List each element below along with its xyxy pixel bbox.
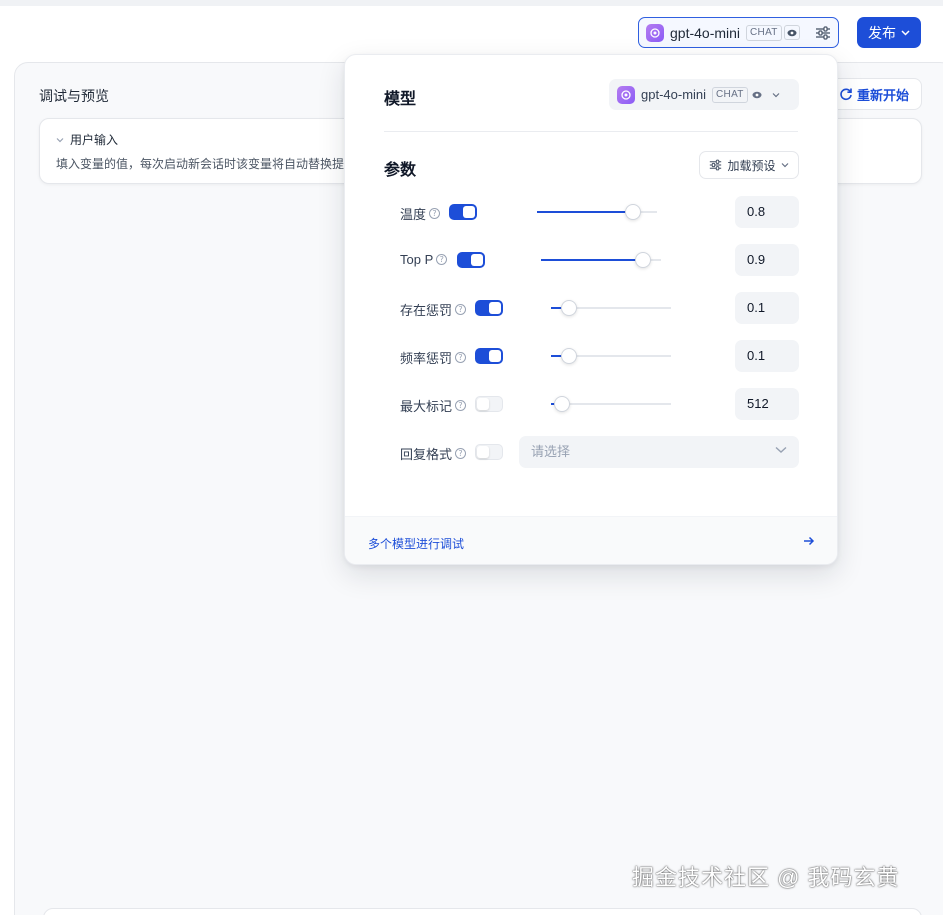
- param-label-text: 最大标记: [400, 399, 453, 414]
- model-select-name: gpt-4o-mini: [641, 87, 707, 102]
- param-toggle[interactable]: [457, 252, 485, 268]
- param-row-top-p: Top P ? 0.9: [345, 244, 837, 276]
- restart-label: 重新开始: [856, 87, 909, 103]
- panel-title: 调试与预览: [39, 88, 109, 104]
- tune-settings-icon: [710, 159, 722, 171]
- param-label: 回复格式 ?: [400, 444, 467, 463]
- chevron-down-icon: [901, 29, 910, 36]
- param-row-max-tokens: 最大标记 ? 512: [345, 388, 837, 420]
- help-circle-icon[interactable]: ?: [455, 352, 467, 363]
- param-toggle[interactable]: [475, 396, 503, 412]
- param-row-presence-penalty: 存在惩罚 ? 0.1: [345, 292, 837, 324]
- help-circle-icon[interactable]: ?: [455, 400, 467, 411]
- top-strip: [0, 0, 943, 6]
- watermark: 掘金技术社区 @ 我码玄黄: [632, 865, 900, 890]
- param-value-input[interactable]: 0.1: [735, 340, 799, 372]
- param-row-temperature: 温度 ? 0.8: [345, 196, 837, 228]
- refresh-icon: [840, 88, 852, 101]
- model-settings-popover: 模型 gpt-4o-mini CHAT 参数 加载预设 温度 ? 0.8 Top…: [344, 54, 838, 565]
- help-circle-icon[interactable]: ?: [455, 448, 467, 459]
- eye-icon: [752, 91, 762, 98]
- param-label-text: Top P: [400, 252, 434, 267]
- param-value-input[interactable]: 0.1: [735, 292, 799, 324]
- param-label: 频率惩罚 ?: [400, 348, 467, 367]
- model-selector-button[interactable]: gpt-4o-mini CHAT: [638, 17, 839, 48]
- load-preset-label: 加载预设: [727, 158, 776, 173]
- param-slider[interactable]: [537, 204, 657, 220]
- param-label: 存在惩罚 ?: [400, 300, 467, 319]
- arrow-right-icon[interactable]: [803, 536, 815, 546]
- param-value-input[interactable]: 0.8: [735, 196, 799, 228]
- chat-input-area[interactable]: [43, 908, 922, 915]
- param-slider[interactable]: [551, 348, 671, 364]
- param-label: Top P ?: [400, 252, 448, 267]
- multi-model-debug-link[interactable]: 多个模型进行调试: [368, 535, 464, 552]
- openai-logo-icon: [646, 23, 664, 42]
- model-select[interactable]: gpt-4o-mini CHAT: [609, 79, 799, 110]
- tune-settings-icon[interactable]: [815, 25, 831, 40]
- restart-button[interactable]: 重新开始: [826, 78, 922, 110]
- publish-button[interactable]: 发布: [857, 17, 921, 48]
- param-label-text: 温度: [400, 207, 427, 222]
- chevron-down-icon: [781, 163, 788, 168]
- param-label: 最大标记 ?: [400, 396, 467, 415]
- param-label: 温度 ?: [400, 204, 441, 223]
- param-toggle[interactable]: [475, 348, 503, 364]
- param-label-text: 回复格式: [400, 447, 453, 462]
- param-label-text: 存在惩罚: [400, 303, 453, 318]
- model-section-title: 模型: [384, 91, 417, 108]
- section-divider: [384, 131, 798, 132]
- eye-icon: [783, 25, 800, 40]
- response-format-select[interactable]: 请选择: [519, 436, 799, 468]
- chevron-down-icon: [775, 446, 787, 453]
- param-slider[interactable]: [551, 396, 671, 412]
- param-value-input[interactable]: 0.9: [735, 244, 799, 276]
- param-row-response-format: 回复格式 ? 请选择: [345, 436, 837, 468]
- popover-footer: 多个模型进行调试: [345, 516, 837, 564]
- params-section-title: 参数: [384, 162, 417, 179]
- param-slider[interactable]: [551, 300, 671, 316]
- openai-logo-icon: [617, 85, 635, 104]
- select-placeholder: 请选择: [531, 444, 571, 459]
- model-select-tag: CHAT: [712, 86, 748, 103]
- publish-label: 发布: [868, 24, 896, 41]
- chevron-down-icon: [56, 137, 64, 142]
- param-toggle[interactable]: [475, 444, 503, 460]
- param-row-frequency-penalty: 频率惩罚 ? 0.1: [345, 340, 837, 372]
- user-input-title: 用户输入: [70, 133, 119, 147]
- help-circle-icon[interactable]: ?: [429, 208, 441, 219]
- param-label-text: 频率惩罚: [400, 351, 453, 366]
- chevron-down-icon: [772, 92, 780, 97]
- help-circle-icon[interactable]: ?: [436, 254, 448, 265]
- param-slider[interactable]: [541, 252, 661, 268]
- user-input-header[interactable]: 用户输入: [56, 131, 118, 148]
- load-preset-button[interactable]: 加载预设: [699, 151, 799, 179]
- help-circle-icon[interactable]: ?: [455, 304, 467, 315]
- param-toggle[interactable]: [475, 300, 503, 316]
- model-type-tag: CHAT: [746, 24, 782, 41]
- param-toggle[interactable]: [449, 204, 477, 220]
- user-input-description: 填入变量的值，每次启动新会话时该变量将自动替换提示词中的内容。: [56, 157, 356, 171]
- model-name: gpt-4o-mini: [670, 24, 741, 41]
- param-value-input[interactable]: 512: [735, 388, 799, 420]
